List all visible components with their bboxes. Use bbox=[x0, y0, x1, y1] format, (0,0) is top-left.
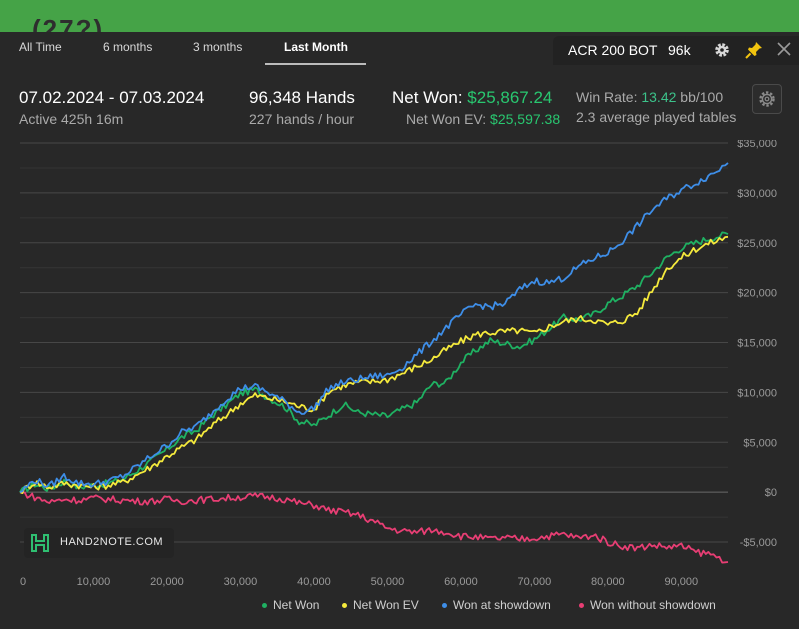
watermark-text: HAND2NOTE.COM bbox=[60, 536, 164, 548]
series-line-won-at-showdown bbox=[19, 162, 729, 494]
close-icon[interactable] bbox=[776, 41, 792, 57]
gear-icon bbox=[759, 91, 775, 107]
hands-per-hour: 227 hands / hour bbox=[249, 111, 355, 127]
chart-settings-button[interactable] bbox=[752, 84, 782, 114]
win-rate-unit: bb/100 bbox=[680, 89, 724, 105]
pin-icon[interactable] bbox=[745, 41, 763, 59]
legend-dot bbox=[579, 603, 584, 609]
x-tick-label: 40,000 bbox=[297, 576, 331, 588]
legend-label: Won at showdown bbox=[453, 598, 551, 612]
legend-dot bbox=[262, 603, 267, 609]
series-line-net-won-ev bbox=[19, 235, 729, 494]
bot-hands: 96k bbox=[668, 42, 691, 58]
series-line-net-won bbox=[19, 231, 729, 493]
win-rate-stat: Win Rate: 13.42 bb/100 bbox=[576, 89, 723, 105]
legend-label: Net Won bbox=[273, 598, 320, 612]
legend-dot bbox=[442, 603, 447, 609]
top-band: (27?) bbox=[0, 0, 799, 44]
chart-legend: Net Won Net Won EV Won at showdown Won w… bbox=[0, 596, 799, 616]
y-tick-label: $25,000 bbox=[737, 238, 777, 250]
x-tick-label: 0 bbox=[20, 576, 26, 588]
hands-count: 96,348 Hands bbox=[249, 88, 355, 107]
net-won-stat: Net Won: $25,867.24 bbox=[392, 88, 552, 108]
y-tick-label: $30,000 bbox=[737, 188, 777, 200]
legend-net-won-ev[interactable]: Net Won EV bbox=[342, 598, 419, 612]
hand2note-logo-icon bbox=[31, 534, 49, 552]
net-won-ev-stat: Net Won EV: $25,597.38 bbox=[406, 111, 560, 127]
y-tick-label: -$5,000 bbox=[740, 537, 777, 549]
net-won-ev-value: $25,597.38 bbox=[490, 111, 561, 127]
stats-window: All Time 6 months 3 months Last Month AC… bbox=[0, 32, 799, 629]
legend-net-won[interactable]: Net Won bbox=[262, 598, 319, 612]
active-time: Active 425h 16m bbox=[19, 111, 124, 127]
net-won-ev-label: Net Won EV: bbox=[406, 111, 487, 127]
tab-all-time[interactable]: All Time bbox=[19, 40, 62, 54]
avg-tables: 2.3 average played tables bbox=[576, 109, 737, 125]
legend-label: Won without showdown bbox=[590, 598, 716, 612]
x-tick-label: 70,000 bbox=[518, 576, 552, 588]
win-rate-value: 13.42 bbox=[641, 89, 677, 105]
x-tick-label: 80,000 bbox=[591, 576, 625, 588]
active-tab-indicator bbox=[265, 63, 366, 65]
x-tick-label: 60,000 bbox=[444, 576, 478, 588]
x-tick-label: 30,000 bbox=[224, 576, 258, 588]
net-won-value: $25,867.24 bbox=[467, 88, 553, 107]
legend-won-at-showdown[interactable]: Won at showdown bbox=[442, 598, 551, 612]
date-range: 07.02.2024 - 07.03.2024 bbox=[19, 88, 205, 107]
legend-label: Net Won EV bbox=[353, 598, 419, 612]
legend-dot bbox=[342, 603, 347, 609]
legend-won-without-showdown[interactable]: Won without showdown bbox=[579, 598, 716, 612]
bot-badge: ACR 200 BOT 96k bbox=[553, 36, 799, 65]
x-tick-label: 20,000 bbox=[150, 576, 184, 588]
y-tick-label: $20,000 bbox=[737, 288, 777, 300]
watermark: HAND2NOTE.COM bbox=[24, 528, 174, 558]
gear-icon[interactable] bbox=[713, 41, 731, 59]
x-tick-label: 50,000 bbox=[371, 576, 405, 588]
tab-3-months[interactable]: 3 months bbox=[193, 40, 242, 54]
tab-last-month[interactable]: Last Month bbox=[284, 40, 348, 54]
y-tick-label: $10,000 bbox=[737, 387, 777, 399]
y-tick-label: $5,000 bbox=[743, 437, 777, 449]
tab-6-months[interactable]: 6 months bbox=[103, 40, 152, 54]
bot-name: ACR 200 BOT bbox=[568, 42, 658, 58]
y-tick-label: $15,000 bbox=[737, 338, 777, 350]
y-tick-label: $0 bbox=[765, 487, 777, 499]
x-tick-label: 10,000 bbox=[77, 576, 111, 588]
win-rate-label: Win Rate: bbox=[576, 89, 638, 105]
y-tick-label: $35,000 bbox=[737, 140, 777, 150]
net-won-label: Net Won: bbox=[392, 88, 463, 107]
x-tick-label: 90,000 bbox=[665, 576, 699, 588]
